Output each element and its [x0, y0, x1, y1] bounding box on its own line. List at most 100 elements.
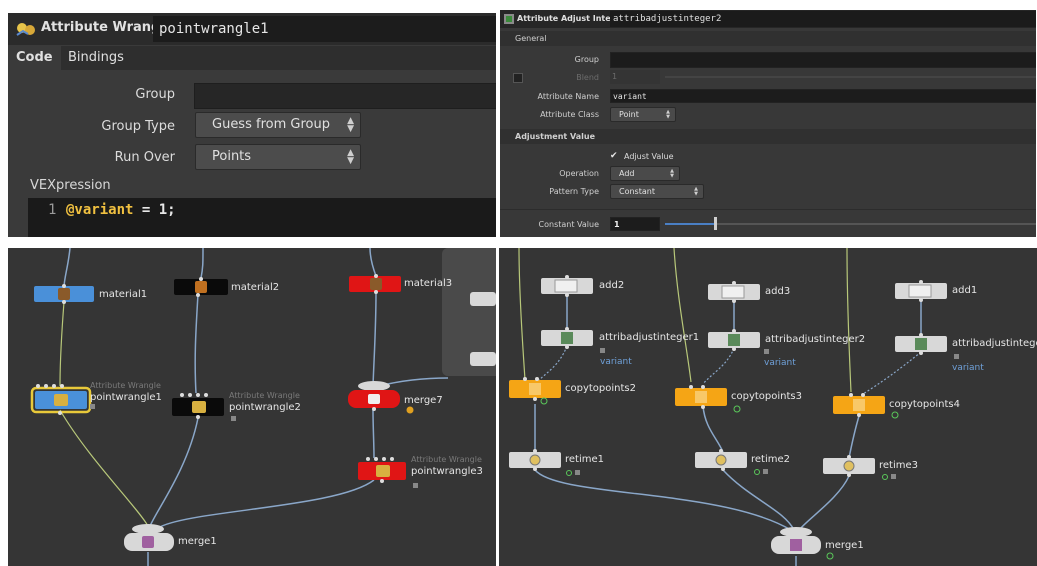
vex-code-editor[interactable]: 1 @variant = 1; — [28, 198, 496, 237]
attribute-class-value: Point — [619, 110, 639, 119]
label-attribadjustinteger3: attribadjustintege — [952, 338, 1037, 349]
lock-icon — [90, 404, 95, 409]
node-attribadjustinteger2[interactable] — [708, 329, 760, 351]
wrangle-node-name-field[interactable]: pointwrangle1 — [153, 16, 496, 42]
tab-bindings[interactable]: Bindings — [60, 46, 132, 70]
pattern-type-select[interactable]: Constant ▲ ▼ — [610, 184, 704, 199]
node-retime3[interactable] — [823, 455, 875, 477]
adjust-group-field[interactable] — [610, 52, 1036, 68]
operation-select[interactable]: Add ▲ ▼ — [610, 166, 680, 181]
attribute-class-updown-icon: ▲ ▼ — [666, 109, 670, 120]
label-merge7: merge7 — [404, 395, 443, 406]
node-material3[interactable] — [349, 274, 401, 294]
adjust-value-label: Adjust Value — [624, 152, 674, 161]
wrangle-header: Attribute Wrangle pointwrangle1 — [8, 13, 496, 45]
adjust-node-icon — [504, 14, 514, 24]
pattern-type-value: Constant — [619, 187, 655, 196]
node-merge1[interactable] — [124, 524, 174, 551]
blend-field[interactable]: 1 — [610, 70, 660, 84]
node-merge1-right[interactable] — [771, 527, 834, 560]
code-line-number: 1 — [48, 202, 57, 218]
label-pointwrangle2: pointwrangle2 — [229, 402, 301, 413]
vexpression-label: VEXpression — [30, 178, 111, 193]
node-pointwrangle3[interactable] — [358, 457, 406, 483]
label-add3: add3 — [765, 286, 791, 297]
node-attribadjustinteger3[interactable] — [895, 333, 947, 355]
constant-value-slider-fill — [665, 223, 715, 225]
attribute-name-field[interactable]: variant — [610, 89, 1036, 103]
group-type-select[interactable]: Guess from Group ▲ ▼ — [195, 112, 361, 138]
wrangle-node-icon — [16, 23, 35, 36]
lock-icon — [600, 348, 605, 353]
constant-value-slider-track[interactable] — [665, 223, 1036, 225]
label-variant-3: variant — [952, 363, 984, 373]
run-over-value: Points — [212, 149, 252, 164]
node-add3[interactable] — [708, 281, 760, 303]
operation-updown-icon: ▲ ▼ — [670, 168, 674, 179]
section-adjustment-value[interactable]: Adjustment Value — [500, 129, 1036, 144]
node-pointwrangle2[interactable] — [172, 393, 224, 419]
group-field[interactable] — [194, 83, 496, 109]
section-divider — [500, 209, 1036, 210]
attribute-class-label: Attribute Class — [540, 110, 599, 119]
label-material3: material3 — [404, 278, 453, 289]
group-type-updown-icon: ▲ ▼ — [347, 116, 354, 134]
node-add2[interactable] — [541, 275, 593, 297]
label-copytopoints3: copytopoints3 — [731, 391, 802, 402]
constant-value-field[interactable]: 1 — [610, 217, 660, 231]
node-material1[interactable] — [34, 284, 94, 304]
node-retime1[interactable] — [509, 449, 561, 471]
run-over-label: Run Over — [114, 150, 175, 165]
attribute-name-label: Attribute Name — [537, 92, 599, 101]
code-line: @variant = 1; — [66, 202, 176, 218]
adjust-header: Attribute Adjust Integer attribadjustint… — [500, 10, 1036, 28]
constant-value-slider-handle[interactable] — [714, 217, 717, 230]
operation-label: Operation — [559, 169, 599, 178]
display-flag-icon — [566, 470, 572, 476]
label-material2: material2 — [231, 282, 280, 293]
adjust-value-check-icon[interactable]: ✔ — [610, 151, 618, 161]
label-material1: material1 — [99, 289, 148, 300]
node-retime2[interactable] — [695, 449, 747, 471]
label-retime1: retime1 — [565, 454, 604, 465]
node-copytopoints2[interactable] — [509, 377, 561, 405]
node-pointwrangle1[interactable] — [30, 384, 92, 415]
lock-icon — [575, 470, 580, 475]
network-editor-right[interactable]: add2 add3 add1 attribadjustinteger1 vari… — [499, 248, 1037, 566]
run-over-updown-icon: ▲ ▼ — [347, 148, 354, 166]
attribute-class-select[interactable]: Point ▲ ▼ — [610, 107, 676, 122]
node-add1[interactable] — [895, 280, 947, 302]
wrangle-tab-bar: Code Bindings — [8, 46, 496, 70]
label-merge1-right: merge1 — [825, 540, 864, 551]
code-expression: = 1; — [133, 202, 176, 218]
label-add2: add2 — [599, 280, 625, 291]
node-material2[interactable] — [174, 277, 228, 297]
wrangle-parameter-panel: Attribute Wrangle pointwrangle1 Code Bin… — [8, 13, 496, 237]
lock-icon — [954, 354, 959, 359]
label-attribadjustinteger1: attribadjustinteger1 — [599, 332, 700, 343]
blend-toggle-checkbox[interactable] — [513, 73, 523, 83]
label-retime2: retime2 — [751, 454, 790, 465]
lock-icon — [413, 483, 418, 488]
blend-slider[interactable] — [665, 76, 1036, 78]
tab-code[interactable]: Code — [8, 46, 61, 70]
label-wrangle-type-3: Attribute Wrangle — [411, 455, 482, 464]
network-editor-left[interactable]: material1 material2 material3 Attribute … — [8, 248, 496, 566]
node-attribadjustinteger1[interactable] — [541, 327, 593, 349]
section-general[interactable]: General — [500, 31, 1036, 46]
adjust-parameter-panel: Attribute Adjust Integer attribadjustint… — [500, 10, 1036, 237]
constant-value-label: Constant Value — [538, 220, 599, 229]
label-retime3: retime3 — [879, 460, 918, 471]
label-merge1-left: merge1 — [178, 536, 217, 547]
group-label: Group — [135, 87, 175, 102]
label-pointwrangle3: pointwrangle3 — [411, 466, 483, 477]
label-variant-1: variant — [600, 357, 632, 367]
lock-icon — [764, 349, 769, 354]
display-flag-icon — [882, 474, 888, 480]
code-attribute: @variant — [66, 202, 134, 218]
lock-icon — [891, 474, 896, 479]
group-type-label: Group Type — [101, 119, 175, 134]
run-over-select[interactable]: Points ▲ ▼ — [195, 144, 361, 170]
adjust-node-name-field[interactable]: attribadjustinteger2 — [610, 11, 1036, 27]
blend-label: Blend — [576, 73, 599, 82]
